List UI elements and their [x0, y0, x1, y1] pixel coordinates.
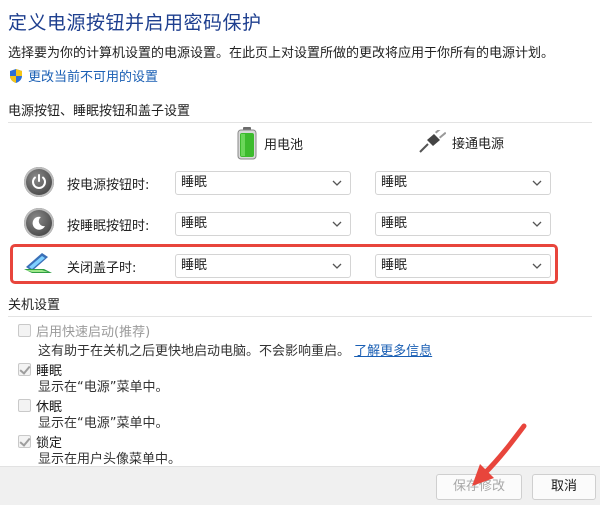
hibernate-desc: 显示在“电源”菜单中。: [38, 416, 169, 431]
column-battery: 用电池: [236, 126, 303, 160]
sleep-button-battery-select[interactable]: 睡眠: [175, 212, 351, 236]
page-description: 选择要为你的计算机设置的电源设置。在此页上对设置所做的更改将应用于你所有的电源计…: [8, 46, 555, 61]
power-plug-icon: [419, 130, 446, 153]
lid-close-battery-select[interactable]: 睡眠: [175, 254, 351, 278]
power-button-plugged-select[interactable]: 睡眠: [375, 171, 551, 195]
sleep-button-label: 按睡眠按钮时:: [67, 219, 150, 234]
power-button-label: 按电源按钮时:: [67, 178, 150, 193]
power-section-heading: 电源按钮、睡眠按钮和盖子设置: [8, 100, 593, 123]
fast-startup-option[interactable]: 启用快速启动(推荐): [18, 321, 150, 340]
power-button-icon: [24, 167, 54, 197]
change-unavailable-settings-label: 更改当前不可用的设置: [28, 70, 159, 85]
column-plugged: 接通电源: [418, 130, 504, 154]
sleep-button-plugged-value: 睡眠: [381, 216, 408, 231]
chevron-down-icon: [332, 180, 342, 186]
lid-close-plugged-select[interactable]: 睡眠: [375, 254, 551, 278]
lock-desc: 显示在用户头像菜单中。: [38, 452, 182, 467]
laptop-lid-icon: [24, 253, 52, 273]
power-button-battery-value: 睡眠: [181, 175, 208, 190]
fast-startup-desc-text: 这有助于在关机之后更快地启动电脑。不会影响重启。: [38, 344, 351, 359]
power-button-battery-select[interactable]: 睡眠: [175, 171, 351, 195]
chevron-down-icon: [532, 180, 542, 186]
chevron-down-icon: [332, 221, 342, 227]
hibernate-checkbox[interactable]: [18, 399, 31, 412]
uac-shield-icon: [10, 68, 22, 83]
lid-close-battery-value: 睡眠: [181, 258, 208, 273]
fast-startup-desc: 这有助于在关机之后更快地启动电脑。不会影响重启。 了解更多信息: [38, 340, 432, 359]
battery-icon: [237, 127, 257, 160]
sleep-checkbox[interactable]: [18, 363, 31, 376]
chevron-down-icon: [532, 221, 542, 227]
sleep-button-plugged-select[interactable]: 睡眠: [375, 212, 551, 236]
lid-close-label: 关闭盖子时:: [67, 261, 137, 276]
power-button-plugged-value: 睡眠: [381, 175, 408, 190]
lock-checkbox[interactable]: [18, 435, 31, 448]
fast-startup-checkbox[interactable]: [18, 324, 31, 337]
sleep-desc: 显示在“电源”菜单中。: [38, 380, 169, 395]
sleep-button-battery-value: 睡眠: [181, 216, 208, 231]
chevron-down-icon: [332, 263, 342, 269]
change-unavailable-settings-link[interactable]: 更改当前不可用的设置: [8, 66, 158, 85]
page-title: 定义电源按钮并启用密码保护: [8, 12, 262, 34]
chevron-down-icon: [532, 263, 542, 269]
column-battery-label: 用电池: [264, 137, 304, 153]
fast-startup-label: 启用快速启动(推荐): [36, 325, 151, 340]
column-plugged-label: 接通电源: [452, 136, 505, 152]
lid-close-plugged-value: 睡眠: [381, 258, 408, 273]
shutdown-section-heading: 关机设置: [8, 294, 593, 317]
sleep-button-icon: [24, 208, 54, 238]
annotation-arrow-icon: [472, 423, 527, 486]
learn-more-link[interactable]: 了解更多信息: [354, 344, 432, 359]
